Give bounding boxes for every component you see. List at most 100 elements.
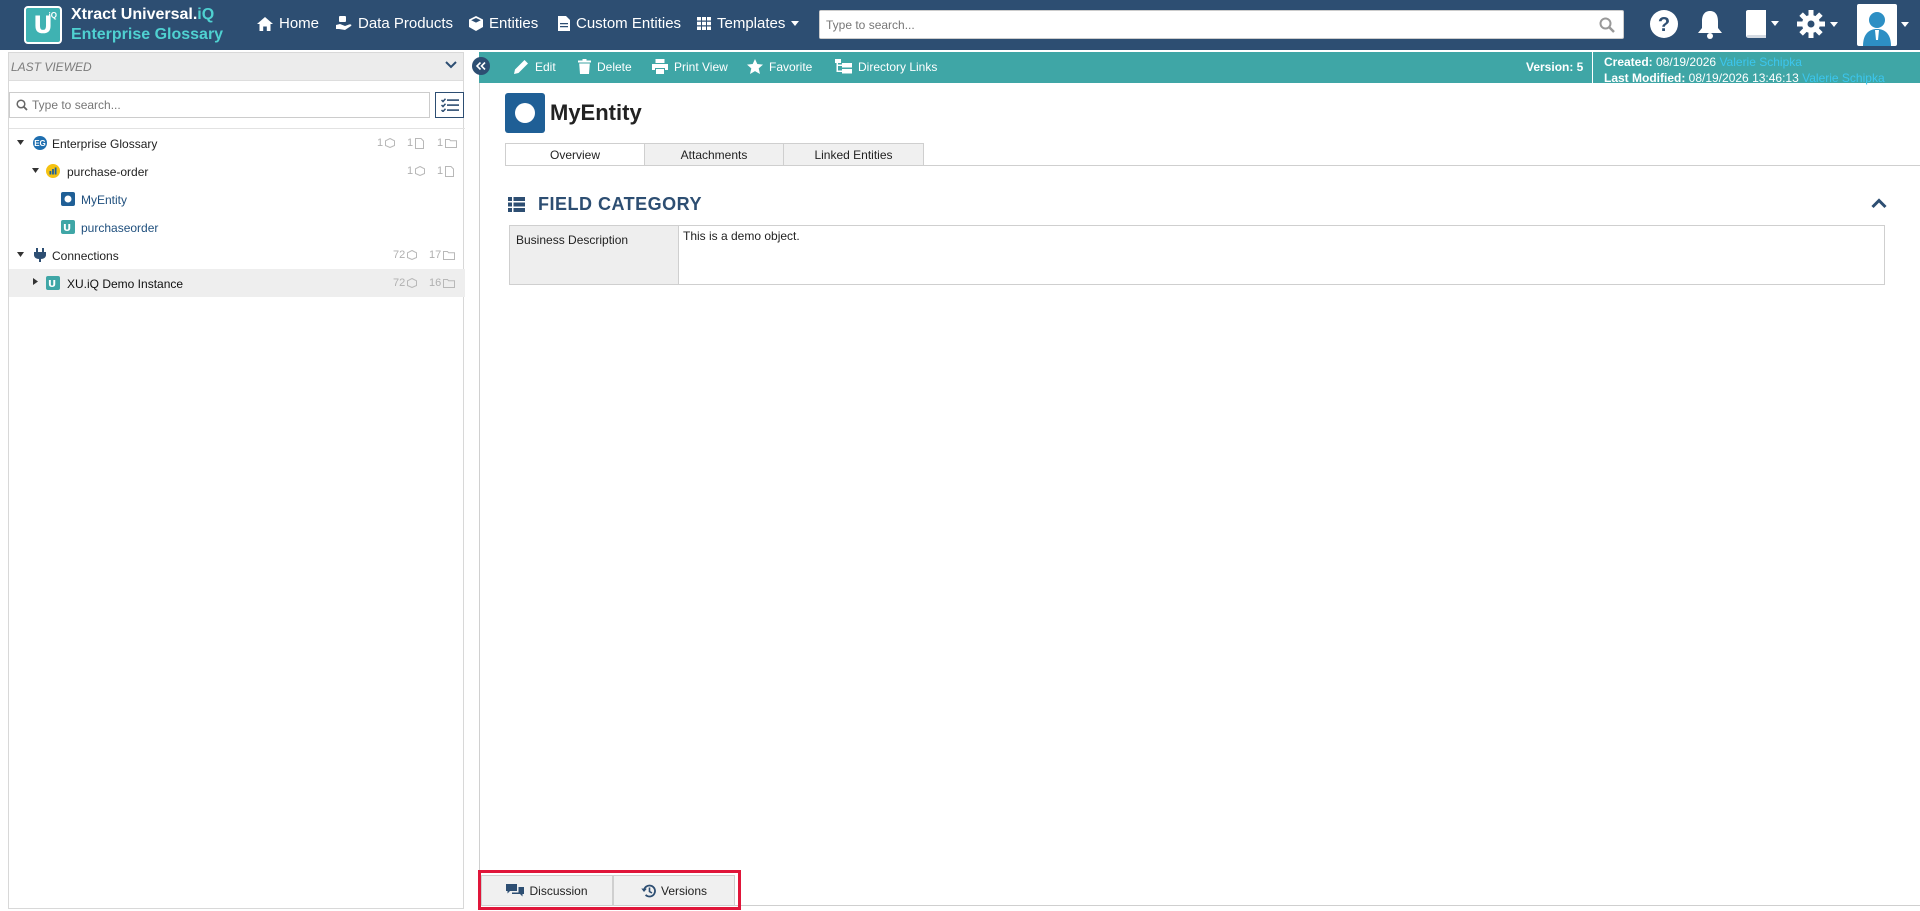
delete-button[interactable]: Delete (578, 59, 632, 74)
modified-label: Last Modified: (1604, 71, 1686, 85)
nav-custom-entities-label: Custom Entities (576, 15, 682, 32)
cube-icon (407, 278, 418, 288)
sitemap-icon (835, 59, 852, 74)
svg-text:EG: EG (34, 139, 46, 148)
printer-icon (652, 59, 668, 74)
highlight-box (478, 870, 741, 910)
document-icon (558, 16, 570, 31)
tree-item-connections[interactable]: Connections 72 17 (9, 241, 465, 269)
document-icon (445, 165, 455, 177)
tree-filter-button[interactable] (435, 92, 464, 118)
top-navigation-bar: U iQ Xtract Universal.iQ Enterprise Glos… (0, 0, 1920, 50)
directory-links-button[interactable]: Directory Links (835, 59, 937, 74)
trash-icon (578, 59, 591, 74)
glossary-icon: EG (33, 136, 47, 150)
tree-search-input[interactable] (32, 93, 427, 117)
chevron-down-icon[interactable] (445, 60, 457, 70)
edit-button[interactable]: Edit (514, 59, 556, 74)
collapse-panel-button[interactable] (472, 57, 490, 75)
grid-icon (697, 17, 711, 30)
checklist-icon (440, 98, 459, 112)
edit-label: Edit (535, 59, 556, 74)
tab-divider (505, 165, 1920, 166)
gear-icon[interactable] (1796, 9, 1840, 39)
tree-item-label: MyEntity (81, 193, 128, 207)
list-icon (508, 197, 525, 212)
caret-down-icon (791, 21, 800, 26)
global-search (819, 10, 1624, 39)
nav-templates-label: Templates (717, 15, 786, 32)
nav-home-label: Home (279, 15, 320, 32)
nav-data-products[interactable]: Data Products (336, 15, 453, 32)
chevron-up-icon[interactable] (1871, 198, 1887, 209)
favorite-button[interactable]: Favorite (747, 59, 812, 74)
caret-down-icon[interactable] (32, 168, 39, 173)
favorite-label: Favorite (769, 59, 813, 74)
logo-sup: iQ (48, 11, 57, 20)
search-icon (16, 99, 28, 111)
tree-item-label: Enterprise Glossary (52, 137, 158, 151)
document-count: 1 (437, 165, 455, 177)
page-title: MyEntity (550, 100, 642, 125)
tab-linked-entities[interactable]: Linked Entities (783, 143, 924, 166)
svg-text:U: U (63, 223, 71, 234)
caret-right-icon[interactable] (33, 278, 38, 285)
nav-entities[interactable]: Entities (469, 15, 538, 32)
nav-entities-label: Entities (489, 15, 539, 32)
help-icon[interactable]: ? (1649, 9, 1679, 39)
folder-icon (443, 250, 456, 260)
tree-item-label: XU.iQ Demo Instance (67, 277, 184, 291)
book-icon[interactable] (1742, 9, 1780, 39)
home-icon (257, 16, 273, 31)
field-label-business-description: Business Description (510, 226, 679, 284)
created-user-link[interactable]: Valerie Schipka (1719, 55, 1802, 69)
entity-count: 72 (393, 277, 418, 289)
modified-user-link[interactable]: Valerie Schipka (1802, 71, 1885, 85)
entity-icon (61, 192, 75, 206)
nav-data-products-label: Data Products (358, 15, 454, 32)
last-viewed-header[interactable]: LAST VIEWED (9, 53, 463, 81)
nav-templates[interactable]: Templates (697, 15, 800, 32)
global-search-input[interactable] (820, 11, 1580, 38)
caret-down-icon[interactable] (17, 252, 24, 257)
entity-tabs: Overview Attachments Linked Entities (505, 143, 924, 166)
folder-count: 17 (429, 249, 456, 261)
cube-icon (407, 250, 418, 260)
last-viewed-panel: LAST VIEWED EG Enterprise Glossary 1 1 1… (8, 52, 465, 909)
xu-entity-icon: U (61, 220, 75, 234)
content-divider (479, 83, 480, 909)
tree-item-enterprise-glossary[interactable]: EG Enterprise Glossary 1 1 1 (9, 129, 465, 157)
brand-line1: Xtract Universal. (71, 6, 198, 23)
cube-icon (385, 138, 396, 148)
bell-icon[interactable] (1696, 9, 1724, 39)
nav-custom-entities[interactable]: Custom Entities (558, 15, 681, 32)
version-label: Version: 5 (1526, 60, 1584, 74)
brand-name[interactable]: Xtract Universal.iQ Enterprise Glossary (71, 5, 223, 45)
svg-text:U: U (48, 279, 56, 290)
entity-count: 1 (377, 137, 396, 149)
search-icon[interactable] (1599, 17, 1615, 33)
pencil-icon (514, 60, 528, 74)
tree-item-purchase-order[interactable]: purchase-order 1 1 (9, 157, 465, 185)
created-label: Created: (1604, 55, 1653, 69)
app-logo[interactable]: U iQ (24, 6, 62, 44)
tab-overview[interactable]: Overview (505, 143, 645, 166)
tree-item-myentity[interactable]: MyEntity (9, 185, 465, 213)
delete-label: Delete (597, 59, 632, 74)
user-avatar[interactable] (1857, 4, 1897, 46)
tree-item-purchaseorder[interactable]: U purchaseorder (9, 213, 465, 241)
tree-item-label: purchase-order (67, 165, 149, 179)
field-category-title: FIELD CATEGORY (538, 194, 702, 214)
caret-down-icon[interactable] (1901, 22, 1909, 27)
brand-iq: iQ (197, 6, 215, 23)
entity-icon (505, 93, 545, 133)
last-viewed-title: LAST VIEWED (11, 60, 92, 74)
tree-item-xuiq-demo-instance[interactable]: U XU.iQ Demo Instance 72 16 (9, 269, 465, 297)
print-view-button[interactable]: Print View (652, 59, 728, 74)
nav-home[interactable]: Home (257, 15, 319, 32)
created-date: 08/19/2026 (1656, 55, 1717, 69)
tree-item-label: Connections (52, 249, 119, 263)
caret-down-icon[interactable] (17, 140, 24, 145)
tab-attachments[interactable]: Attachments (644, 143, 784, 166)
xu-connection-icon: U (46, 276, 60, 290)
